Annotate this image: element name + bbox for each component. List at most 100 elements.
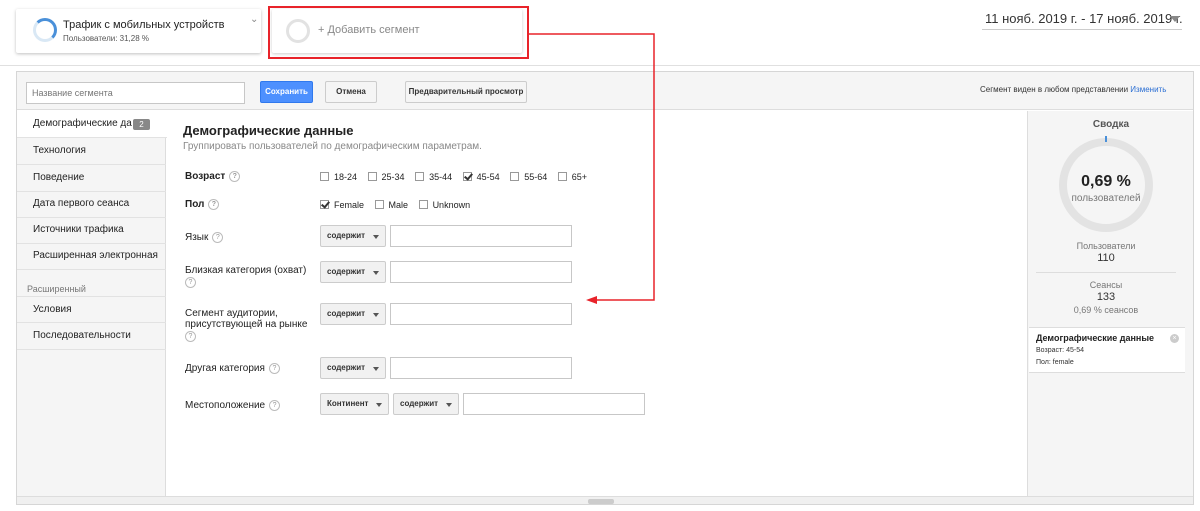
condition-count-badge: 2 <box>133 119 150 130</box>
condition-summary-card: Демографические данные × Возраст: 45-54 … <box>1029 327 1185 373</box>
help-icon[interactable]: ? <box>212 232 224 243</box>
age-checkbox-55-64[interactable] <box>510 172 520 182</box>
sidebar-item-traffic-sources[interactable]: Источники трафика <box>17 217 166 244</box>
other-category-label: Другая категория? <box>185 363 280 374</box>
gender-label-text: Пол <box>185 199 205 211</box>
age-label-text: Возраст <box>185 171 226 183</box>
location-type-label: Континент <box>327 399 369 408</box>
save-button[interactable]: Сохранить <box>260 81 313 103</box>
help-icon[interactable]: ? <box>269 400 281 411</box>
segment-name-input[interactable] <box>26 82 245 104</box>
summary-panel: Сводка 0,69 % пользователей Пользователи… <box>1027 111 1193 496</box>
language-label-text: Язык <box>185 232 209 244</box>
sidebar-item-conditions[interactable]: Условия <box>17 296 166 323</box>
in-market-operator-select[interactable]: содержит <box>320 303 386 325</box>
sidebar-item-first-session[interactable]: Дата первого сеанса <box>17 191 166 218</box>
date-underline <box>982 29 1182 30</box>
help-icon[interactable]: ? <box>208 199 220 210</box>
location-value-input[interactable] <box>463 393 645 415</box>
active-segment-card[interactable]: Трафик с мобильных устройств Пользовател… <box>16 9 261 53</box>
sidebar-item-sequences[interactable]: Последовательности <box>17 323 166 350</box>
sidebar-item-behavior[interactable]: Поведение <box>17 165 166 192</box>
sessions-percent: 0,69 % сеансов <box>1073 305 1139 315</box>
caret-down-icon <box>446 403 452 407</box>
users-label: Пользователи <box>1076 241 1136 251</box>
builder-sidebar: Демографические да 2 Технология Поведени… <box>17 111 167 496</box>
location-operator-select[interactable]: содержит <box>393 393 459 415</box>
gender-checkbox-female[interactable] <box>320 200 329 210</box>
age-checkbox-35-44[interactable] <box>415 172 425 182</box>
age-option-label: 25-34 <box>381 171 405 182</box>
close-icon[interactable]: × <box>1170 334 1179 343</box>
age-checkbox-25-34[interactable] <box>367 172 377 182</box>
affinity-operator-select[interactable]: содержит <box>320 261 386 283</box>
preview-button[interactable]: Предварительный просмотр <box>405 81 527 103</box>
caret-down-icon[interactable] <box>1170 16 1180 22</box>
location-label-text: Местоположение <box>185 400 266 412</box>
gender-option-label: Male <box>388 199 409 210</box>
builder-bottom-bar <box>17 496 1193 504</box>
gender-checkbox-male[interactable] <box>374 200 384 210</box>
age-option-label: 45-54 <box>476 171 500 182</box>
caret-down-icon <box>376 403 382 407</box>
language-value-input[interactable] <box>390 225 572 247</box>
help-icon[interactable]: ? <box>229 171 241 182</box>
chevron-down-icon[interactable]: ⌄ <box>250 15 260 25</box>
sidebar-item-label: Демографические да <box>33 118 132 129</box>
age-option-label: 65+ <box>571 171 588 182</box>
caret-down-icon <box>373 271 379 275</box>
summary-title: Сводка <box>1092 119 1130 130</box>
affinity-value-input[interactable] <box>390 261 572 283</box>
users-value: 110 <box>1097 252 1115 264</box>
segment-subtitle: Пользователи: 31,28 % <box>63 34 150 43</box>
panel-title: Демографические данные <box>183 123 354 138</box>
age-checkboxes: 18-24 25-34 35-44 45-54 55-64 65+ <box>320 171 595 182</box>
gender-option-label: Unknown <box>432 199 471 210</box>
summary-divider <box>1036 272 1176 273</box>
operator-label: содержит <box>400 399 439 408</box>
affinity-label: Близкая категория (охват) <box>185 265 307 276</box>
age-option-label: 55-64 <box>524 171 548 182</box>
other-category-value-input[interactable] <box>390 357 572 379</box>
other-category-label-text: Другая категория <box>185 363 265 375</box>
advanced-section-label: Расширенный <box>27 284 86 294</box>
age-checkbox-65-plus[interactable] <box>557 172 567 182</box>
sidebar-item-technology[interactable]: Технология <box>17 138 166 165</box>
location-label: Местоположение? <box>185 400 281 412</box>
help-icon[interactable]: ? <box>268 363 280 374</box>
operator-label: содержит <box>327 267 366 276</box>
in-market-label-line1: Сегмент аудитории, <box>185 308 278 319</box>
in-market-value-input[interactable] <box>390 303 572 325</box>
date-range-picker[interactable]: 11 нояб. 2019 г. - 17 нояб. 2019 г. <box>985 11 1183 26</box>
add-segment-button[interactable]: + Добавить сегмент <box>272 9 522 53</box>
segment-bar: Трафик с мобильных устройств Пользовател… <box>0 0 1200 66</box>
gender-checkboxes: Female Male Unknown <box>320 199 478 210</box>
operator-label: содержит <box>327 309 366 318</box>
location-type-select[interactable]: Континент <box>320 393 389 415</box>
in-market-help-row: ? <box>185 331 196 342</box>
change-visibility-link[interactable]: Изменить <box>1130 85 1166 94</box>
other-category-operator-select[interactable]: содержит <box>320 357 386 379</box>
sidebar-item-ecommerce[interactable]: Расширенная электронная <box>17 243 166 270</box>
gender-option-label: Female <box>334 199 365 210</box>
gender-label: Пол? <box>185 199 220 211</box>
language-operator-select[interactable]: содержит <box>320 225 386 247</box>
age-label: Возраст? <box>185 171 241 183</box>
age-option-label: 35-44 <box>429 171 453 182</box>
condition-age: Возраст: 45-54 <box>1036 347 1084 354</box>
cancel-button[interactable]: Отмена <box>325 81 377 103</box>
help-icon[interactable]: ? <box>185 277 196 288</box>
segment-title: Трафик с мобильных устройств <box>63 19 225 31</box>
summary-percent: 0,69 % <box>1081 173 1131 190</box>
age-checkbox-18-24[interactable] <box>320 172 329 182</box>
condition-title: Демографические данные <box>1036 333 1155 343</box>
visibility-text: Сегмент виден в любом представлении <box>980 85 1129 94</box>
in-market-label-line2: присутствующей на рынке <box>185 319 308 330</box>
resize-handle[interactable] <box>588 499 614 504</box>
help-icon[interactable]: ? <box>185 331 196 342</box>
panel-description: Группировать пользователей по демографич… <box>183 141 482 152</box>
gender-checkbox-unknown[interactable] <box>418 200 428 210</box>
summary-ring-fill <box>1105 136 1107 142</box>
sidebar-item-demographics[interactable]: Демографические да 2 <box>17 111 167 138</box>
age-checkbox-45-54[interactable] <box>462 172 472 182</box>
